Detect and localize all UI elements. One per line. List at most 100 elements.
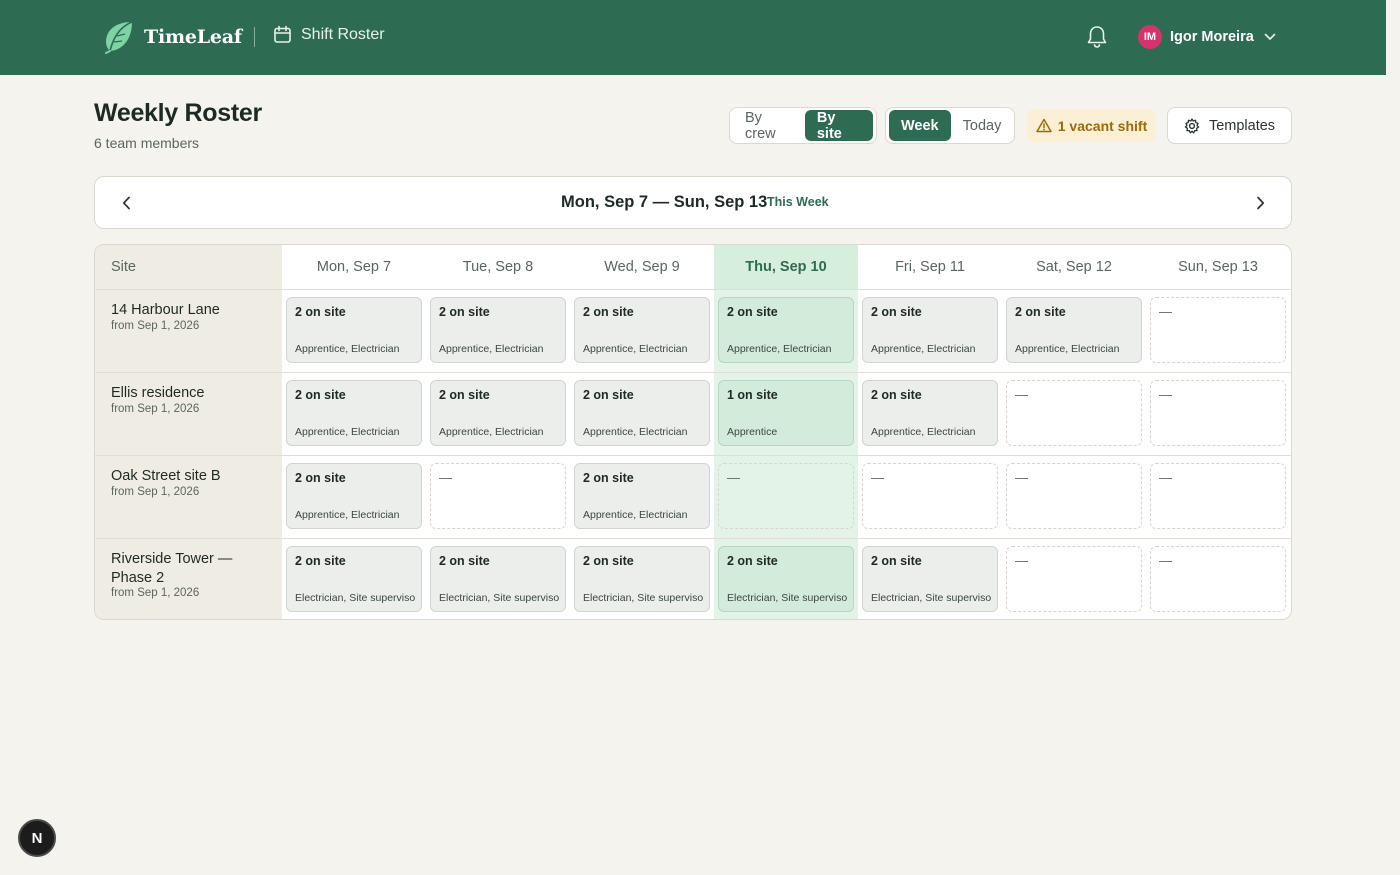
group-by-toggle: By crew By site <box>729 107 877 144</box>
next-week-button[interactable] <box>1251 193 1269 213</box>
site-start-date: from Sep 1, 2026 <box>111 320 200 332</box>
site-name[interactable]: Oak Street site B <box>111 467 271 486</box>
page-crumb-label: Shift Roster <box>301 25 385 43</box>
empty-placeholder: — <box>1015 553 1028 568</box>
roster-grid: Site Mon, Sep 7 Tue, Sep 8 Wed, Sep 9 Thu, … <box>94 244 1292 620</box>
shift-count: 2 on site <box>295 305 346 319</box>
empty-shift-cell[interactable]: — <box>430 463 566 529</box>
shift-roles: Apprentice, Electrician <box>1015 343 1120 355</box>
site-name[interactable]: Riverside Tower — Phase 2 <box>111 550 271 588</box>
shift-roles: Apprentice, Electrician <box>583 426 688 438</box>
day-header[interactable]: Sat, Sep 12 <box>1002 259 1146 275</box>
day-header[interactable]: Fri, Sep 11 <box>858 259 1002 275</box>
shift-cell[interactable]: 2 on site Apprentice, Electrician <box>286 297 422 363</box>
user-menu[interactable]: IM Igor Moreira <box>1138 25 1276 49</box>
empty-shift-cell[interactable]: — <box>1006 546 1142 612</box>
page-crumb[interactable]: Shift Roster <box>273 25 385 44</box>
this-week-badge[interactable]: This Week <box>767 195 829 209</box>
shift-count: 2 on site <box>439 554 490 568</box>
shift-roles: Apprentice, Electrician <box>295 509 400 521</box>
shift-cell[interactable]: 2 on site Apprentice, Electrician <box>286 463 422 529</box>
shift-cell[interactable]: 2 on site Electrician, Site superviso <box>574 546 710 612</box>
gear-icon <box>1184 117 1200 133</box>
brand[interactable]: TimeLeaf <box>102 20 242 54</box>
shift-roles: Apprentice, Electrician <box>727 343 832 355</box>
empty-shift-cell[interactable]: — <box>1150 380 1286 446</box>
shift-cell[interactable]: 2 on site Apprentice, Electrician <box>574 297 710 363</box>
day-header[interactable]: Thu, Sep 10 <box>714 259 858 275</box>
bell-icon[interactable] <box>1086 25 1108 49</box>
day-header[interactable]: Mon, Sep 7 <box>282 259 426 275</box>
shift-cell[interactable]: 2 on site Apprentice, Electrician <box>430 380 566 446</box>
chevron-right-icon <box>1256 196 1264 210</box>
shift-count: 2 on site <box>871 305 922 319</box>
vacant-shift-label: 1 vacant shift <box>1057 117 1148 134</box>
site-column-header: Site <box>111 259 136 275</box>
user-name: Igor Moreira <box>1170 29 1254 45</box>
empty-shift-cell[interactable]: — <box>1150 463 1286 529</box>
shift-count: 2 on site <box>583 554 634 568</box>
by-site-option[interactable]: By site <box>804 110 873 142</box>
shift-cell[interactable]: 2 on site Apprentice, Electrician <box>862 380 998 446</box>
shift-cell[interactable]: 1 on site Apprentice <box>718 380 854 446</box>
shift-cell[interactable]: 2 on site Apprentice, Electrician <box>574 380 710 446</box>
empty-placeholder: — <box>1159 304 1172 319</box>
today-option[interactable]: Today <box>951 110 1014 141</box>
shift-cell[interactable]: 2 on site Apprentice, Electrician <box>430 297 566 363</box>
empty-shift-cell[interactable]: — <box>1006 463 1142 529</box>
day-header[interactable]: Sun, Sep 13 <box>1146 259 1290 275</box>
shift-roles: Apprentice, Electrician <box>871 426 976 438</box>
empty-shift-cell[interactable]: — <box>718 463 854 529</box>
shift-cell[interactable]: 2 on site Apprentice, Electrician <box>1006 297 1142 363</box>
leaf-logo-icon <box>105 21 133 54</box>
week-option[interactable]: Week <box>889 110 951 141</box>
team-count: 6 team members <box>94 135 200 151</box>
by-crew-option[interactable]: By crew <box>733 110 805 142</box>
shift-cell[interactable]: 2 on site Apprentice, Electrician <box>286 380 422 446</box>
empty-shift-cell[interactable]: — <box>862 463 998 529</box>
empty-placeholder: — <box>1159 387 1172 402</box>
shift-roles: Electrician, Site superviso <box>871 592 992 604</box>
shift-cell[interactable]: 2 on site Electrician, Site superviso <box>862 546 998 612</box>
shift-cell[interactable]: 2 on site Electrician, Site superviso <box>718 546 854 612</box>
week-range: Mon, Sep 7 — Sun, Sep 13 <box>561 193 768 211</box>
site-start-date: from Sep 1, 2026 <box>111 403 200 415</box>
calendar-icon <box>274 25 291 43</box>
shift-cell[interactable]: 2 on site Electrician, Site superviso <box>286 546 422 612</box>
empty-placeholder: — <box>1015 387 1028 402</box>
empty-shift-cell[interactable]: — <box>1006 380 1142 446</box>
day-header[interactable]: Wed, Sep 9 <box>570 259 714 275</box>
site-name[interactable]: 14 Harbour Lane <box>111 301 271 320</box>
shift-roles: Electrician, Site superviso <box>439 592 560 604</box>
shift-cell[interactable]: 2 on site Apprentice, Electrician <box>574 463 710 529</box>
empty-shift-cell[interactable]: — <box>1150 546 1286 612</box>
previous-week-button[interactable] <box>117 193 135 213</box>
shift-cell[interactable]: 2 on site Apprentice, Electrician <box>718 297 854 363</box>
next-dev-tools-button[interactable]: N <box>18 819 56 857</box>
top-bar: TimeLeaf Shift Roster IM Igor Moreira <box>0 0 1386 75</box>
avatar: IM <box>1138 25 1162 49</box>
shift-cell[interactable]: 2 on site Apprentice, Electrician <box>862 297 998 363</box>
empty-shift-cell[interactable]: — <box>1150 297 1286 363</box>
empty-placeholder: — <box>1015 470 1028 485</box>
shift-roles: Apprentice, Electrician <box>871 343 976 355</box>
shift-count: 2 on site <box>439 388 490 402</box>
templates-button[interactable]: Templates <box>1167 107 1292 144</box>
range-toggle: Week Today <box>885 107 1015 144</box>
site-start-date: from Sep 1, 2026 <box>111 587 200 599</box>
chevron-down-icon <box>1264 33 1276 40</box>
shift-roles: Electrician, Site superviso <box>727 592 848 604</box>
vacant-shift-badge[interactable]: 1 vacant shift <box>1027 109 1156 142</box>
shift-count: 2 on site <box>439 305 490 319</box>
shift-count: 2 on site <box>871 388 922 402</box>
shift-count: 2 on site <box>727 554 778 568</box>
site-start-date: from Sep 1, 2026 <box>111 486 200 498</box>
day-header[interactable]: Tue, Sep 8 <box>426 259 570 275</box>
site-name[interactable]: Ellis residence <box>111 384 271 403</box>
week-navigator: Mon, Sep 7 — Sun, Sep 13 This Week <box>94 176 1292 229</box>
shift-cell[interactable]: 2 on site Electrician, Site superviso <box>430 546 566 612</box>
shift-roles: Electrician, Site superviso <box>295 592 416 604</box>
shift-count: 2 on site <box>583 471 634 485</box>
header-divider <box>254 27 255 47</box>
shift-roles: Apprentice, Electrician <box>295 426 400 438</box>
